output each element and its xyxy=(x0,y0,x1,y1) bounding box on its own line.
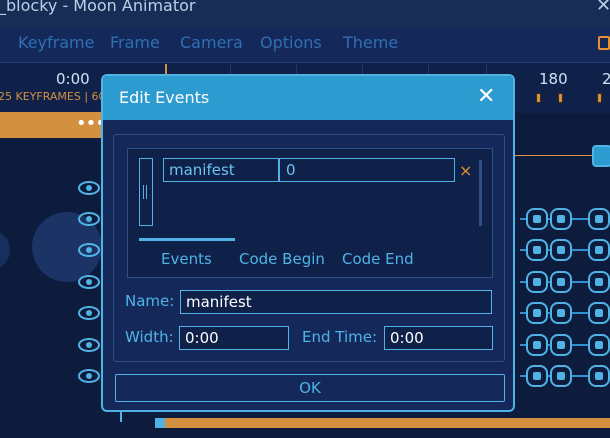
menu-options[interactable]: Options xyxy=(260,33,322,52)
keyframe-node[interactable] xyxy=(550,208,572,230)
menu-frame[interactable]: Frame xyxy=(110,33,160,52)
event-value-cell[interactable]: 0 xyxy=(279,158,455,182)
keyframe-node[interactable] xyxy=(526,302,548,324)
end-time-field[interactable]: 0:00 xyxy=(384,326,493,350)
dialog-title: Edit Events xyxy=(119,88,210,107)
scrollbar-thumb[interactable] xyxy=(155,418,165,428)
eye-icon[interactable] xyxy=(78,181,100,195)
name-field[interactable]: manifest xyxy=(180,290,492,314)
current-time: 0:00 xyxy=(56,70,90,88)
eye-icon[interactable] xyxy=(78,275,100,289)
keyframe-count: 25 KEYFRAMES | 60 xyxy=(0,90,106,103)
name-label: Name: xyxy=(125,292,175,310)
menu-theme[interactable]: Theme xyxy=(343,33,398,52)
keyframe-row xyxy=(520,239,610,261)
keyframe-node[interactable] xyxy=(588,365,610,387)
keyframe-marker[interactable] xyxy=(558,93,563,103)
keyframe-node[interactable] xyxy=(592,145,610,167)
eye-icon[interactable] xyxy=(78,212,100,226)
ok-button[interactable]: OK xyxy=(115,374,505,402)
keyframe-node[interactable] xyxy=(526,208,548,230)
drag-handle-icon[interactable] xyxy=(139,158,153,226)
keyframe-node[interactable] xyxy=(588,302,610,324)
toggle-icon[interactable] xyxy=(598,36,610,50)
close-icon[interactable]: ✕ xyxy=(477,84,495,109)
keyframe-node[interactable] xyxy=(550,302,572,324)
keyframe-node[interactable] xyxy=(588,334,610,356)
keyframe-node[interactable] xyxy=(550,239,572,261)
horizontal-scrollbar[interactable] xyxy=(155,418,610,428)
eye-icon[interactable] xyxy=(78,338,100,352)
scroll-tick xyxy=(120,412,122,422)
keyframe-node[interactable] xyxy=(588,208,610,230)
keyframe-row xyxy=(520,365,610,387)
tick-label-180: 180 xyxy=(539,70,568,88)
keyframe-node[interactable] xyxy=(526,239,548,261)
event-name-cell[interactable]: manifest xyxy=(163,158,279,182)
menu-keyframe[interactable]: Keyframe xyxy=(18,33,94,52)
eye-icon[interactable] xyxy=(78,243,100,257)
width-field[interactable]: 0:00 xyxy=(179,326,289,350)
active-tab-indicator xyxy=(139,238,235,241)
end-time-label: End Time: xyxy=(302,328,378,346)
width-label: Width: xyxy=(125,328,174,346)
keyframe-node[interactable] xyxy=(588,239,610,261)
keyframe-node[interactable] xyxy=(526,365,548,387)
tab-code-end[interactable]: Code End xyxy=(342,250,414,268)
keyframe-node[interactable] xyxy=(526,271,548,293)
eye-icon[interactable] xyxy=(78,369,100,383)
keyframe-node[interactable] xyxy=(550,271,572,293)
edit-events-dialog: Edit Events ✕ manifest 0 × Events Code B… xyxy=(101,74,515,412)
menu-camera[interactable]: Camera xyxy=(180,33,243,52)
keyframe-node[interactable] xyxy=(550,334,572,356)
keyframe-node[interactable] xyxy=(588,271,610,293)
window-title: _blocky - Moon Animator xyxy=(0,0,196,15)
keyframe-row xyxy=(520,271,610,293)
keyframe-row xyxy=(520,208,610,230)
events-scrollbar[interactable] xyxy=(479,160,482,226)
eye-icon[interactable] xyxy=(78,306,100,320)
keyframe-marker[interactable] xyxy=(597,93,602,103)
window-close-icon[interactable]: ✕ xyxy=(596,0,610,16)
tick-label-partial: 2 xyxy=(602,70,610,88)
keyframe-node[interactable] xyxy=(550,365,572,387)
delete-icon[interactable]: × xyxy=(459,161,472,180)
keyframe-marker[interactable] xyxy=(536,93,541,103)
tab-events[interactable]: Events xyxy=(161,250,212,268)
keyframe-row xyxy=(520,302,610,324)
keyframe-node[interactable] xyxy=(526,334,548,356)
tab-code-begin[interactable]: Code Begin xyxy=(239,250,325,268)
keyframe-row xyxy=(520,334,610,356)
moon-decoration xyxy=(0,230,10,270)
